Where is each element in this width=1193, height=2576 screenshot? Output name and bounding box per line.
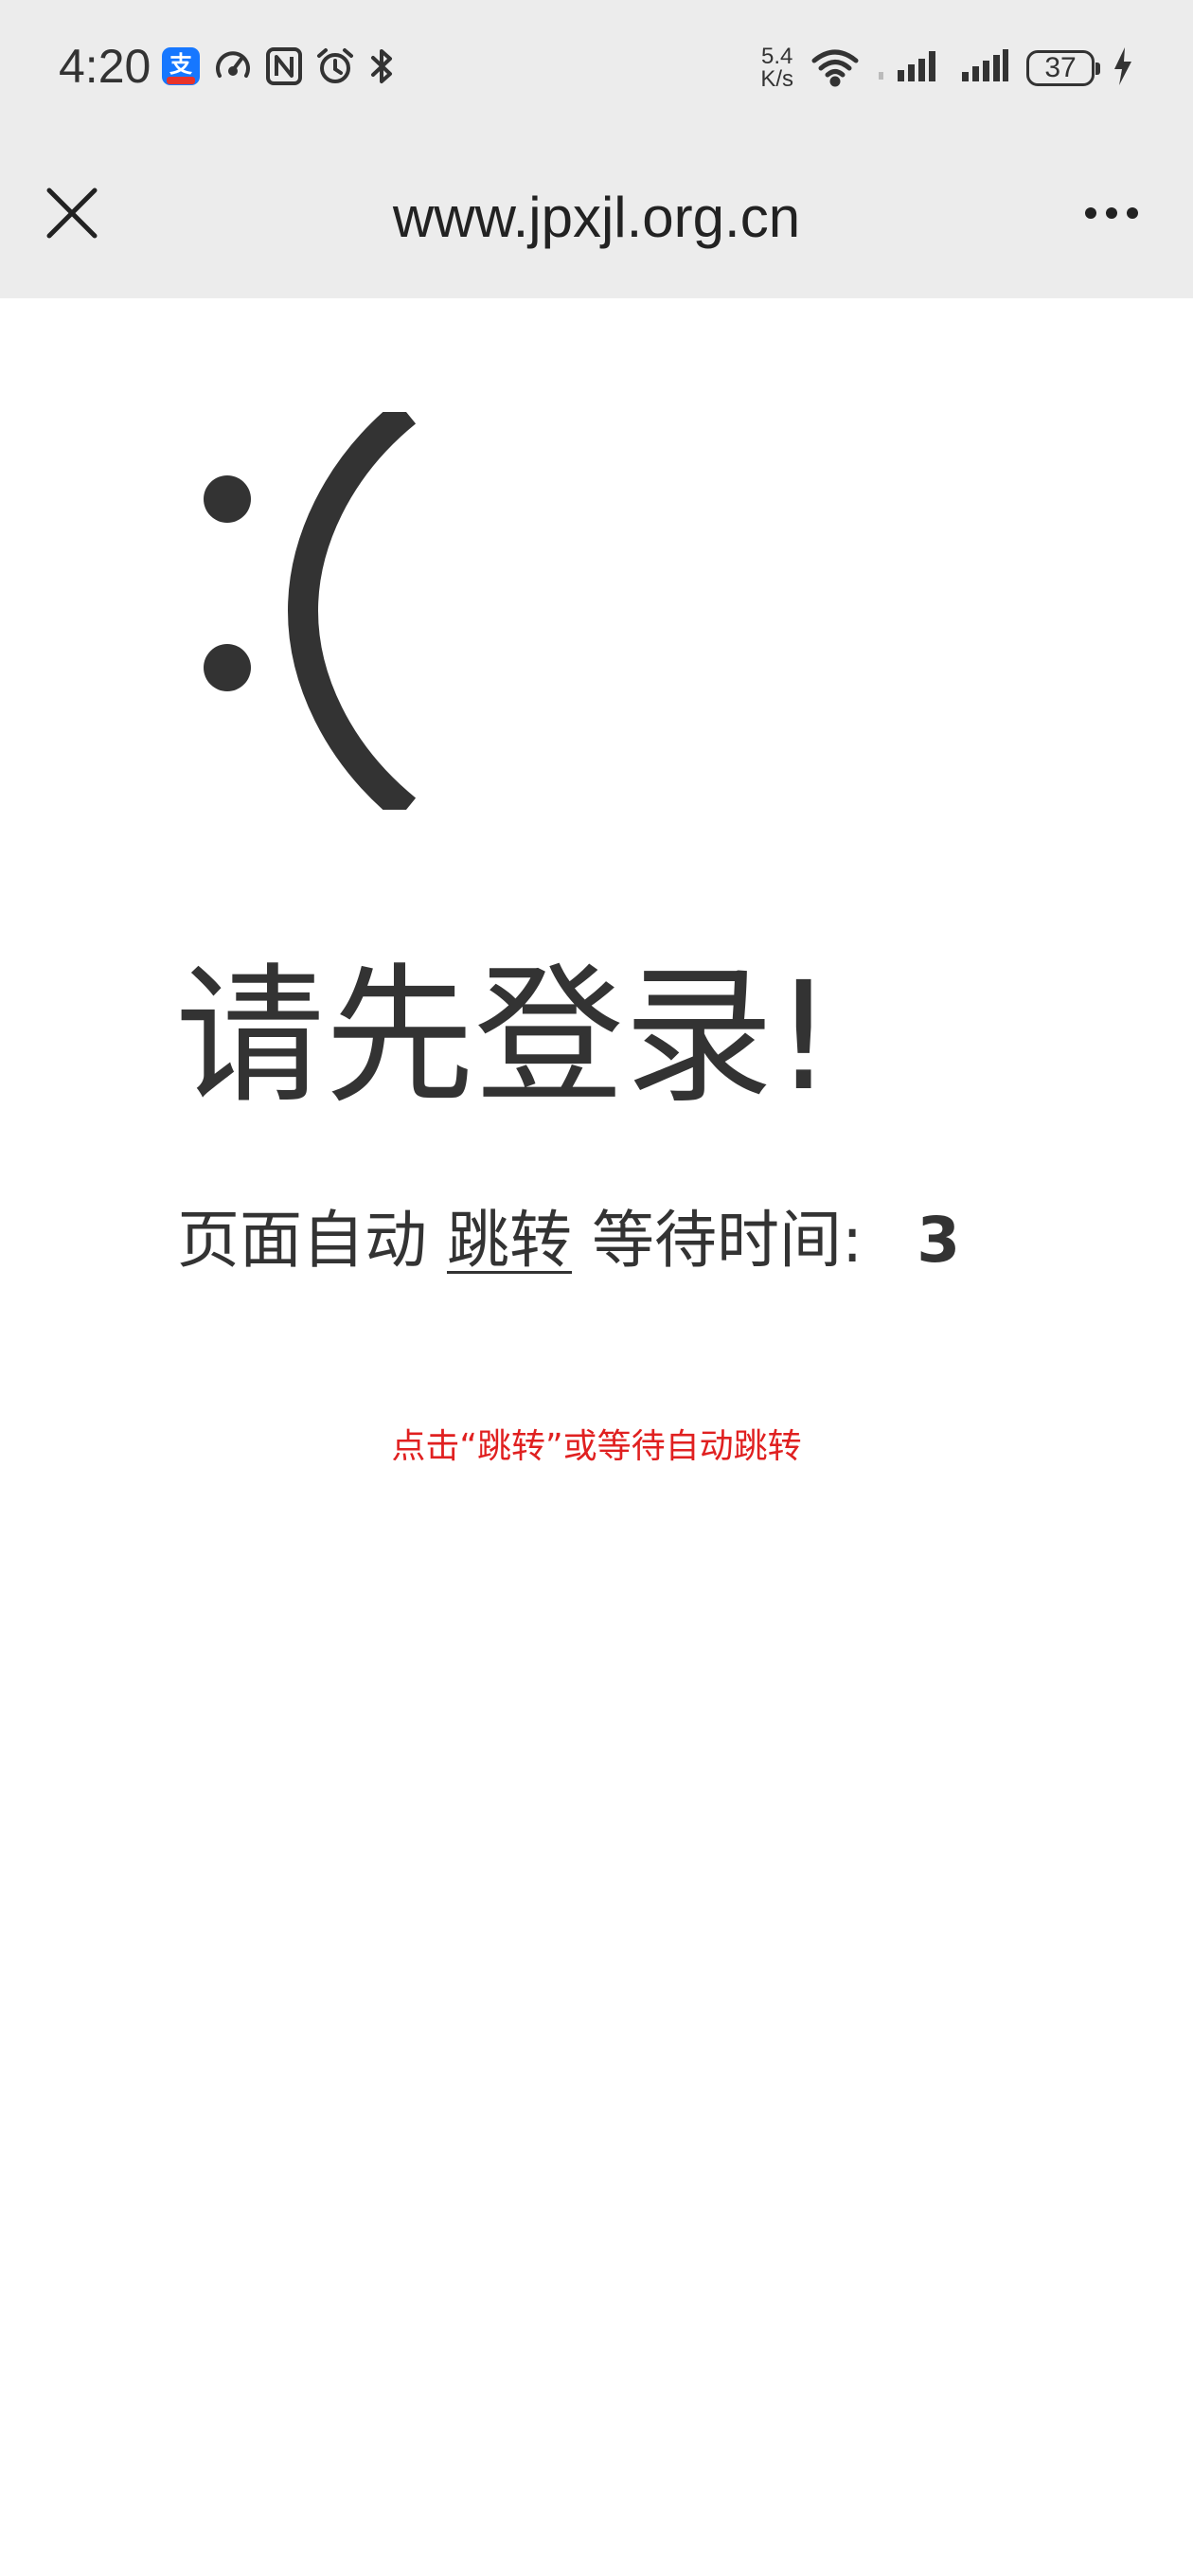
- more-icon: [1085, 207, 1096, 219]
- page-url-title: www.jpxjl.org.cn: [392, 186, 801, 249]
- net-speed-unit: K/s: [760, 66, 793, 92]
- page-content: 请先登录! 页面自动 跳转 等待时间: 3 点击“跳转”或等待自动跳转: [0, 298, 1193, 2576]
- network-speed: 5.4 K/s: [760, 45, 793, 91]
- more-icon-dot: [1106, 207, 1117, 219]
- net-speed-value: 5.4: [760, 44, 793, 69]
- redirect-message: 页面自动 跳转 等待时间: 3: [177, 1198, 960, 1283]
- sad-face-emoticon: [204, 412, 417, 810]
- countdown-number: 3: [917, 1204, 961, 1277]
- more-button[interactable]: [1064, 175, 1159, 251]
- alarm-icon: [314, 45, 356, 91]
- svg-text:支: 支: [169, 51, 193, 78]
- close-icon: [46, 188, 98, 239]
- status-right: 5.4 K/s 37: [760, 40, 1134, 97]
- redirect-hint: 点击“跳转”或等待自动跳转: [391, 1427, 802, 1466]
- close-button[interactable]: [34, 175, 110, 251]
- more-icon-dot: [1127, 207, 1138, 219]
- speedometer-icon: [212, 45, 254, 91]
- status-time: 4:20: [59, 40, 151, 93]
- bluetooth-icon: [367, 45, 396, 91]
- login-required-heading: 请先登录!: [175, 950, 834, 1124]
- alipay-icon: 支: [161, 46, 201, 90]
- battery-level: 37: [1044, 52, 1077, 83]
- status-bar: 4:20 支 5.4 K/s 37: [0, 0, 1193, 137]
- battery-indicator: 37: [1026, 50, 1100, 86]
- nfc-icon: [265, 45, 303, 91]
- redirect-prefix: 页面自动: [177, 1204, 427, 1277]
- charging-icon: [1112, 45, 1134, 91]
- notification-icons: 支: [161, 45, 396, 91]
- redirect-wait-label: 等待时间:: [591, 1204, 864, 1277]
- browser-nav-bar: www.jpxjl.org.cn: [0, 137, 1193, 298]
- signal-icon: [877, 45, 943, 91]
- redirect-link[interactable]: 跳转: [447, 1204, 572, 1277]
- wifi-icon: [810, 45, 860, 91]
- signal-icon: [960, 45, 1009, 91]
